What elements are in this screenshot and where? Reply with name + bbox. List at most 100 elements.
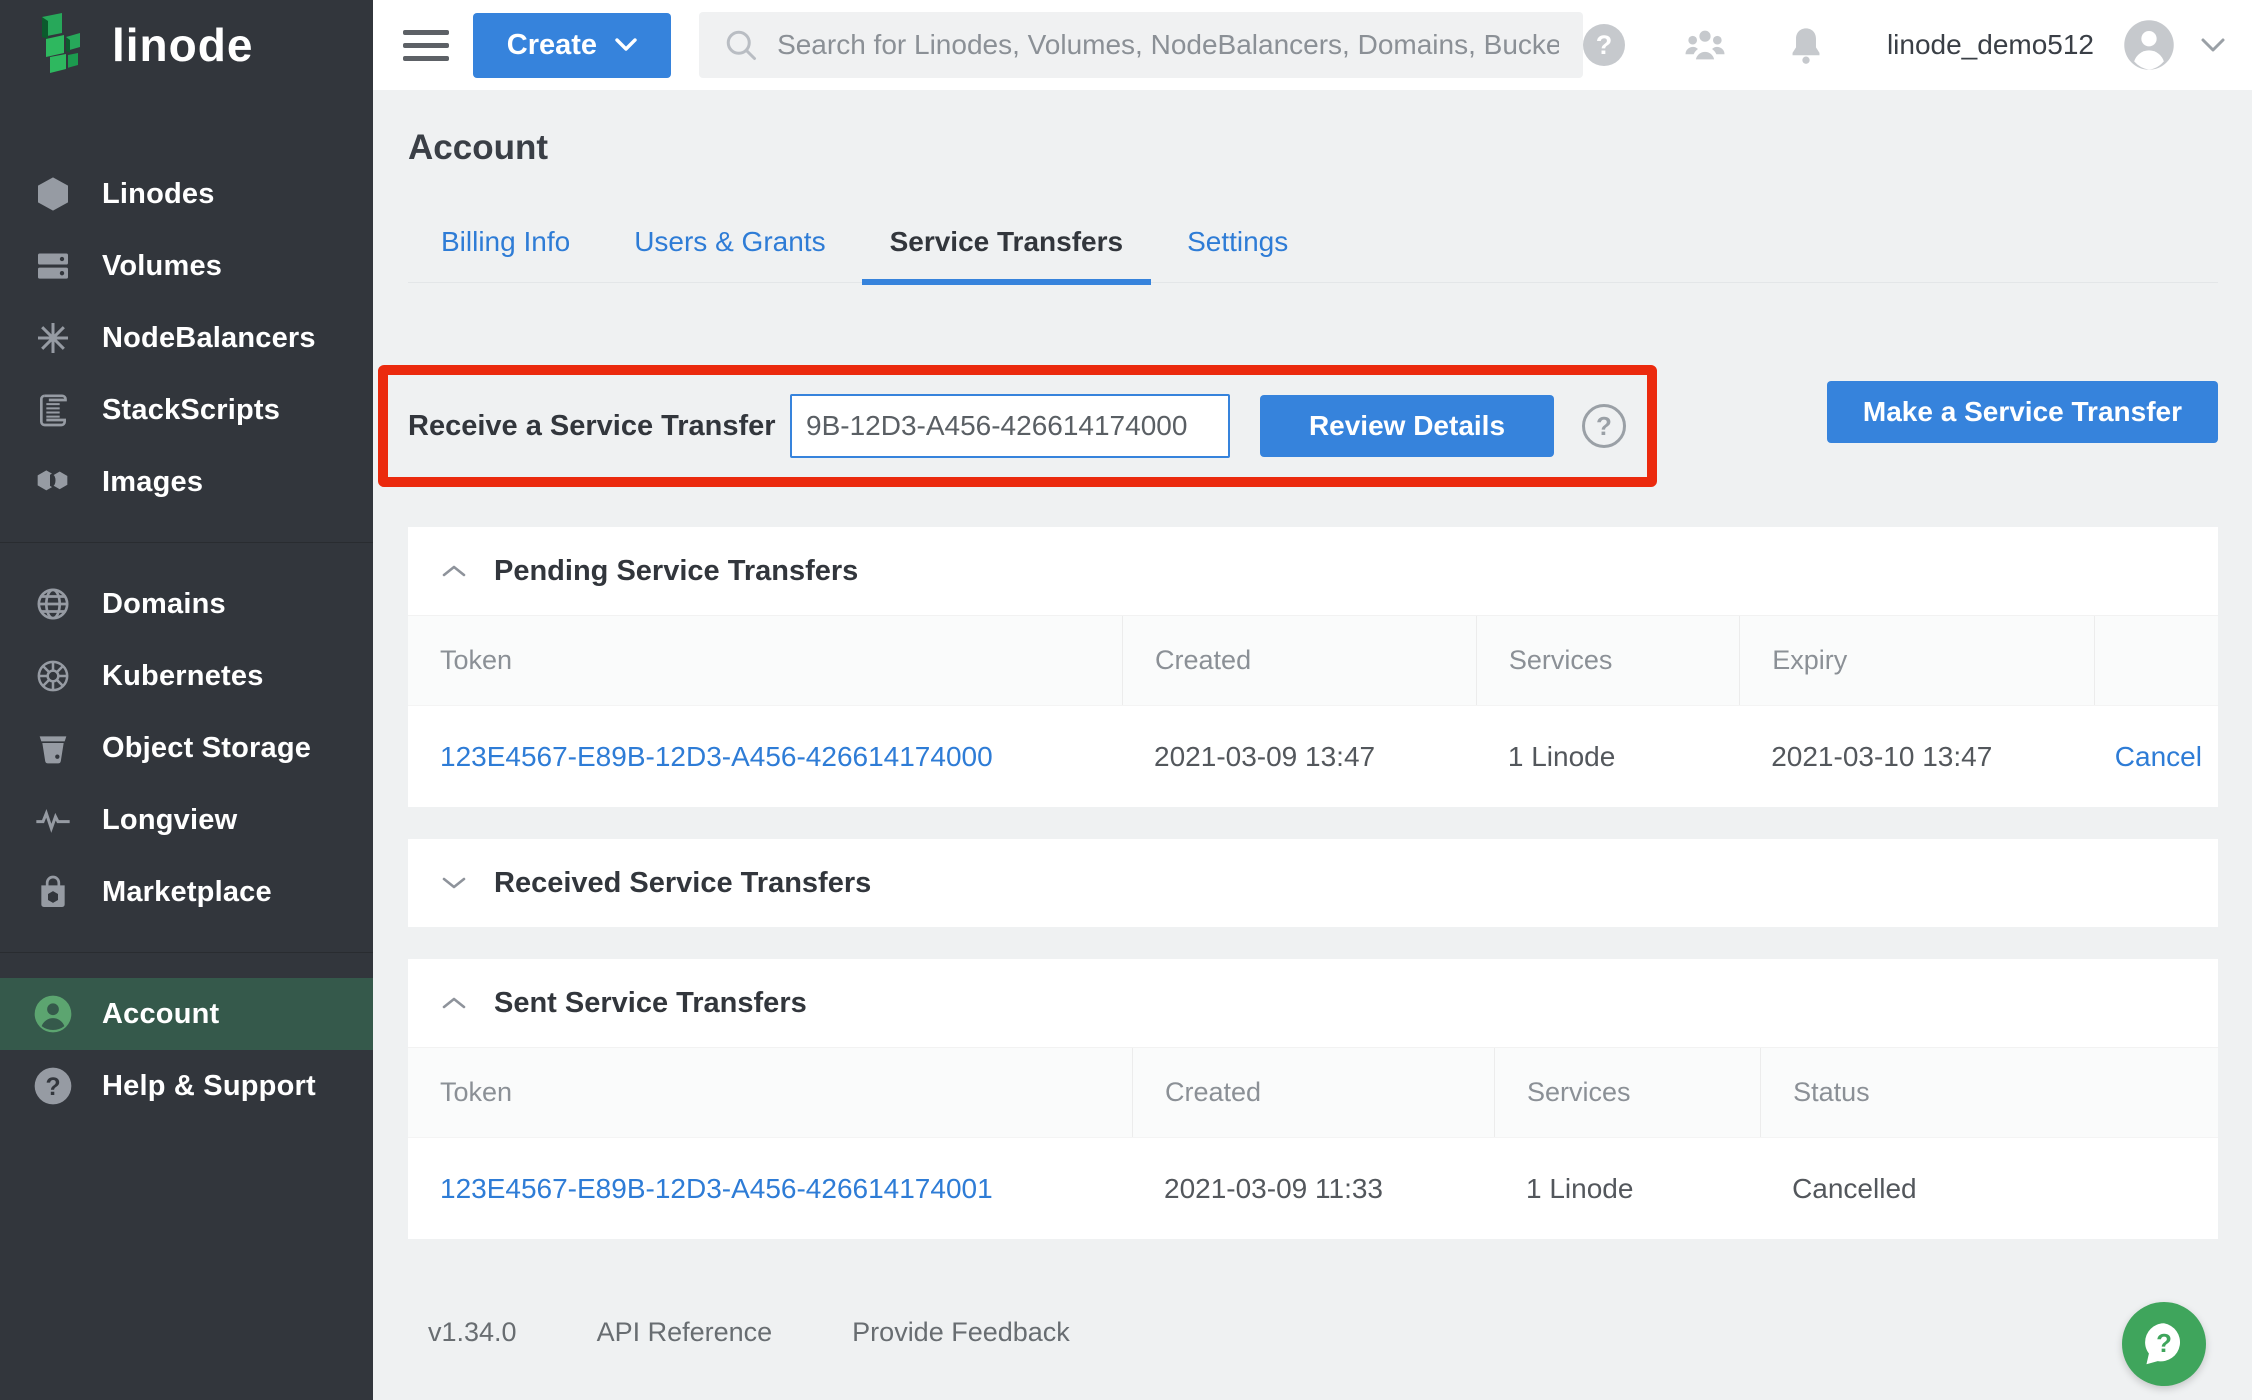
sidebar-divider	[0, 518, 373, 568]
column-header-actions	[2094, 616, 2218, 705]
sidebar-nav: Linodes Volumes NodeBalancers StackScrip…	[0, 158, 373, 1122]
received-transfers-header[interactable]: Received Service Transfers	[408, 839, 2218, 927]
bucket-icon	[30, 728, 76, 768]
tab-settings[interactable]: Settings	[1159, 226, 1316, 282]
received-transfers-card: Received Service Transfers	[408, 839, 2218, 927]
sidebar-item-object-storage[interactable]: Object Storage	[0, 712, 373, 784]
sent-table-header: Token Created Services Status	[408, 1047, 2218, 1137]
sidebar-item-label: Kubernetes	[102, 660, 264, 693]
sidebar-item-label: NodeBalancers	[102, 322, 316, 355]
receive-transfer-row: Receive a Service Transfer Review Detail…	[408, 365, 2218, 487]
sidebar-item-kubernetes[interactable]: Kubernetes	[0, 640, 373, 712]
page-title: Account	[408, 128, 2218, 168]
services-cell: 1 Linode	[1494, 1173, 1760, 1205]
question-circle-icon: ?	[30, 1064, 76, 1108]
sidebar-item-label: Marketplace	[102, 876, 272, 909]
header-right-cluster: ? linode_demo512	[1583, 18, 2252, 72]
brand-name: linode	[112, 18, 253, 72]
token-link[interactable]: 123E4567-E89B-12D3-A456-426614174001	[440, 1173, 993, 1204]
svg-text:?: ?	[45, 1074, 60, 1101]
column-header-token: Token	[408, 616, 1122, 705]
sent-transfers-header[interactable]: Sent Service Transfers	[408, 959, 2218, 1047]
sidebar-item-linodes[interactable]: Linodes	[0, 158, 373, 230]
stackscripts-scroll-icon	[30, 390, 76, 430]
section-title: Sent Service Transfers	[494, 987, 807, 1020]
token-link[interactable]: 123E4567-E89B-12D3-A456-426614174000	[440, 741, 993, 772]
receive-transfer-label: Receive a Service Transfer	[408, 410, 790, 443]
column-header-status: Status	[1760, 1048, 2218, 1137]
sidebar-item-stackscripts[interactable]: StackScripts	[0, 374, 373, 446]
community-icon[interactable]	[1681, 27, 1729, 63]
chevron-down-icon	[440, 874, 468, 892]
help-chat-button[interactable]: ?	[2122, 1302, 2206, 1386]
sidebar-item-volumes[interactable]: Volumes	[0, 230, 373, 302]
sidebar: linode Linodes Volumes NodeBalancers Sta…	[0, 0, 373, 1400]
make-service-transfer-button[interactable]: Make a Service Transfer	[1827, 381, 2218, 443]
sidebar-item-label: Account	[102, 998, 219, 1031]
images-icon	[30, 462, 76, 502]
create-button[interactable]: Create	[473, 13, 671, 78]
create-button-label: Create	[507, 29, 597, 62]
chevron-up-icon	[440, 562, 468, 580]
notifications-bell-icon[interactable]	[1787, 24, 1825, 66]
sidebar-item-label: Help & Support	[102, 1070, 316, 1103]
account-person-icon	[30, 992, 76, 1036]
section-title: Received Service Transfers	[494, 867, 871, 900]
volumes-icon	[30, 246, 76, 286]
footer: v1.34.0 API Reference Provide Feedback	[408, 1317, 2218, 1348]
sent-transfers-card: Sent Service Transfers Token Created Ser…	[408, 959, 2218, 1239]
sidebar-item-nodebalancers[interactable]: NodeBalancers	[0, 302, 373, 374]
help-icon[interactable]: ?	[1583, 24, 1625, 66]
status-cell: Cancelled	[1760, 1173, 2218, 1205]
table-row: 123E4567-E89B-12D3-A456-426614174000 202…	[408, 705, 2218, 807]
linode-logo-icon	[36, 13, 94, 77]
sidebar-item-help-support[interactable]: ? Help & Support	[0, 1050, 373, 1122]
column-header-services: Services	[1476, 616, 1739, 705]
transfer-token-input[interactable]	[790, 394, 1230, 458]
sidebar-item-label: StackScripts	[102, 394, 280, 427]
global-search[interactable]	[699, 12, 1583, 78]
sidebar-item-images[interactable]: Images	[0, 446, 373, 518]
pending-transfers-header[interactable]: Pending Service Transfers	[408, 527, 2218, 615]
pending-transfers-card: Pending Service Transfers Token Created …	[408, 527, 2218, 807]
sidebar-item-label: Volumes	[102, 250, 222, 283]
kubernetes-wheel-icon	[30, 656, 76, 696]
app-version: v1.34.0	[428, 1317, 517, 1348]
linode-hexagon-icon	[30, 174, 76, 214]
avatar[interactable]	[2122, 18, 2176, 72]
annotation-highlight-box: Receive a Service Transfer Review Detail…	[378, 365, 1657, 487]
column-header-created: Created	[1122, 616, 1476, 705]
main-content: Account Billing Info Users & Grants Serv…	[373, 90, 2252, 1400]
linode-logo[interactable]: linode	[0, 0, 373, 90]
sidebar-item-account[interactable]: Account	[0, 978, 373, 1050]
chevron-up-icon	[440, 994, 468, 1012]
search-input[interactable]	[777, 29, 1559, 61]
shopping-bag-icon	[30, 872, 76, 912]
account-menu-chevron-icon[interactable]	[2200, 37, 2226, 53]
created-cell: 2021-03-09 11:33	[1132, 1173, 1494, 1205]
tab-service-transfers[interactable]: Service Transfers	[862, 226, 1152, 282]
api-reference-link[interactable]: API Reference	[597, 1317, 773, 1348]
cancel-link[interactable]: Cancel	[2115, 741, 2202, 772]
sidebar-divider	[0, 928, 373, 978]
services-cell: 1 Linode	[1476, 741, 1739, 773]
tab-users-grants[interactable]: Users & Grants	[606, 226, 853, 282]
sidebar-item-longview[interactable]: Longview	[0, 784, 373, 856]
username[interactable]: linode_demo512	[1887, 29, 2094, 61]
review-details-button[interactable]: Review Details	[1260, 395, 1554, 457]
help-tooltip-icon[interactable]: ?	[1582, 404, 1626, 448]
sidebar-item-marketplace[interactable]: Marketplace	[0, 856, 373, 928]
expiry-cell: 2021-03-10 13:47	[1739, 741, 2094, 773]
nodebalancers-icon	[30, 318, 76, 358]
pulse-icon	[30, 800, 76, 840]
hamburger-menu-icon[interactable]	[403, 30, 449, 61]
column-header-expiry: Expiry	[1739, 616, 2094, 705]
sidebar-item-domains[interactable]: Domains	[0, 568, 373, 640]
provide-feedback-link[interactable]: Provide Feedback	[852, 1317, 1070, 1348]
search-icon	[723, 27, 759, 63]
sidebar-item-label: Linodes	[102, 178, 215, 211]
sidebar-item-label: Longview	[102, 804, 237, 837]
sidebar-item-label: Object Storage	[102, 732, 311, 765]
section-title: Pending Service Transfers	[494, 555, 858, 588]
tab-billing-info[interactable]: Billing Info	[413, 226, 598, 282]
